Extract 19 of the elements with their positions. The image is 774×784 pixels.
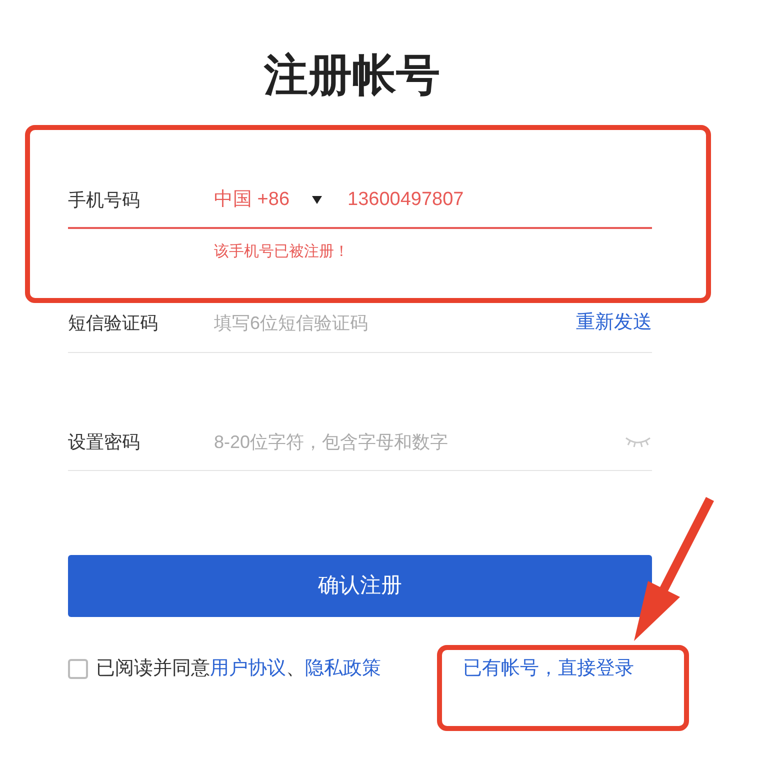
page-title: 注册帐号	[264, 50, 440, 102]
field-label: 设置密码	[68, 430, 141, 454]
agreement-link[interactable]: 隐私政策	[305, 658, 381, 678]
resend-link[interactable]: 重新发送	[576, 309, 652, 338]
error-message: 该手机号已被注册！	[214, 242, 349, 262]
password-input[interactable]: 8-20位字符，包含字母和数字	[214, 428, 624, 456]
agreement-text: 已阅读并同意用户协议、隐私政策	[96, 656, 381, 680]
confirm-register-button[interactable]: 确认注册	[68, 554, 652, 616]
phone-input[interactable]: 13600497807	[348, 186, 652, 214]
agree-checkbox[interactable]	[68, 658, 88, 679]
phone-field[interactable]: 手机号码 中国 +86 13600497807	[68, 186, 652, 228]
login-link[interactable]: 已有帐号，直接登录	[463, 654, 634, 683]
agreement-link[interactable]: 用户协议	[210, 658, 286, 678]
field-label: 短信验证码	[68, 312, 159, 335]
field-label: 手机号码	[68, 188, 141, 212]
sms-code-input[interactable]: 填写6位短信验证码	[214, 310, 576, 337]
caret-icon	[312, 196, 322, 204]
country-code-dropdown[interactable]: 中国 +86	[214, 186, 322, 214]
closed-eye-icon[interactable]	[624, 435, 652, 449]
